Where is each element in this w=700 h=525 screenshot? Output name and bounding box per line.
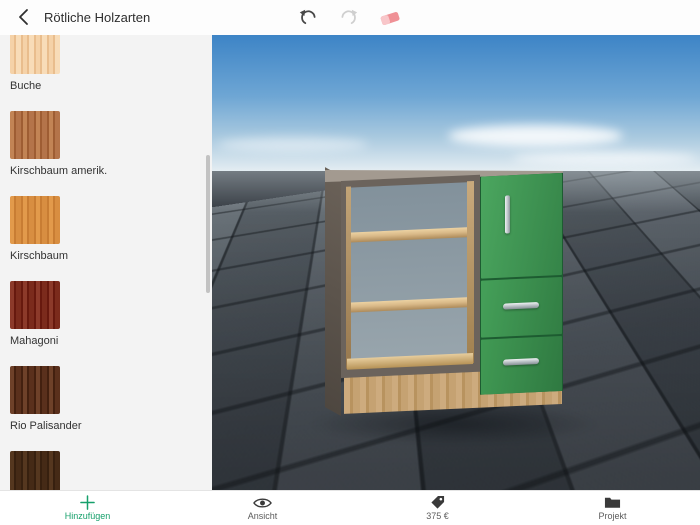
wood-swatch[interactable]: [10, 366, 60, 414]
redo-icon: [341, 9, 358, 25]
wood-item[interactable]: Mahagoni: [10, 281, 198, 348]
undo-icon: [299, 9, 316, 25]
cabinet-drawer[interactable]: [481, 276, 562, 338]
cabinet-inner-wall-left: [346, 186, 351, 369]
scrollbar-thumb[interactable]: [206, 155, 210, 293]
wood-label: Mahagoni: [10, 335, 59, 347]
wood-label: Buche: [10, 80, 42, 92]
wood-label: Kirschbaum amerik.: [10, 165, 108, 177]
wood-list: Buche Kirschbaum amerik. Kirschbaum Mahagon…: [10, 35, 198, 490]
tab-hinzufuegen[interactable]: Hinzufügen: [0, 491, 175, 525]
back-icon: [18, 9, 28, 25]
tab-projekt[interactable]: Projekt: [525, 491, 700, 525]
drawer-handle[interactable]: [503, 358, 539, 366]
wood-item[interactable]: [10, 451, 198, 490]
tab-label: 375 €: [426, 511, 449, 521]
cabinet-door[interactable]: [481, 172, 562, 279]
tab-label: Ansicht: [247, 511, 278, 521]
cabinet-green-fronts[interactable]: [480, 172, 563, 395]
wood-swatch[interactable]: [10, 196, 60, 244]
history-tools: [297, 0, 403, 35]
plus-icon: [80, 495, 95, 510]
wood-swatch[interactable]: [10, 35, 60, 74]
wood-item[interactable]: Kirschbaum: [10, 196, 198, 263]
wood-item[interactable]: Buche: [10, 35, 198, 93]
cabinet-drawer[interactable]: [481, 335, 562, 395]
bottom-tabbar: Hinzufügen Ansicht 375 € Projekt: [0, 490, 700, 525]
wood-swatch[interactable]: [10, 111, 60, 159]
wood-item[interactable]: Rio Palisander: [10, 366, 198, 433]
sidebar-wood-materials: Buche Kirschbaum amerik. Kirschbaum Mahagon…: [0, 35, 212, 490]
wood-item[interactable]: Kirschbaum amerik.: [10, 111, 198, 178]
cabinet-model[interactable]: [212, 35, 700, 490]
undo-button[interactable]: [297, 7, 320, 28]
tab-price[interactable]: 375 €: [350, 491, 525, 525]
folder-icon: [604, 495, 621, 510]
door-handle[interactable]: [505, 195, 510, 234]
page-title: Rötliche Holzarten: [44, 10, 151, 25]
eraser-icon: [380, 11, 400, 25]
cabinet-left-side-panel: [325, 167, 341, 416]
wood-swatch[interactable]: [10, 451, 60, 490]
3d-viewport[interactable]: [212, 35, 700, 490]
back-button[interactable]: [12, 8, 34, 28]
price-tag-icon: [430, 495, 445, 510]
redo-button[interactable]: [337, 7, 360, 28]
tab-ansicht[interactable]: Ansicht: [175, 491, 350, 525]
cabinet-interior-back: [347, 182, 473, 369]
drawer-handle[interactable]: [503, 302, 539, 310]
wood-label: Rio Palisander: [10, 420, 82, 432]
tab-label: Projekt: [598, 511, 627, 521]
eye-icon: [253, 495, 272, 510]
wood-swatch[interactable]: [10, 281, 60, 329]
cabinet-inner-wall-right: [467, 180, 474, 364]
cabinet-open-shelves[interactable]: [341, 174, 480, 378]
app: Rötliche Holzarten Buche Kirschbaum amer…: [0, 0, 700, 525]
eraser-button[interactable]: [377, 8, 403, 28]
topbar: Rötliche Holzarten: [0, 0, 700, 35]
cabinet-front: [341, 171, 563, 415]
tab-label: Hinzufügen: [64, 511, 111, 521]
wood-label: Kirschbaum: [10, 250, 69, 262]
